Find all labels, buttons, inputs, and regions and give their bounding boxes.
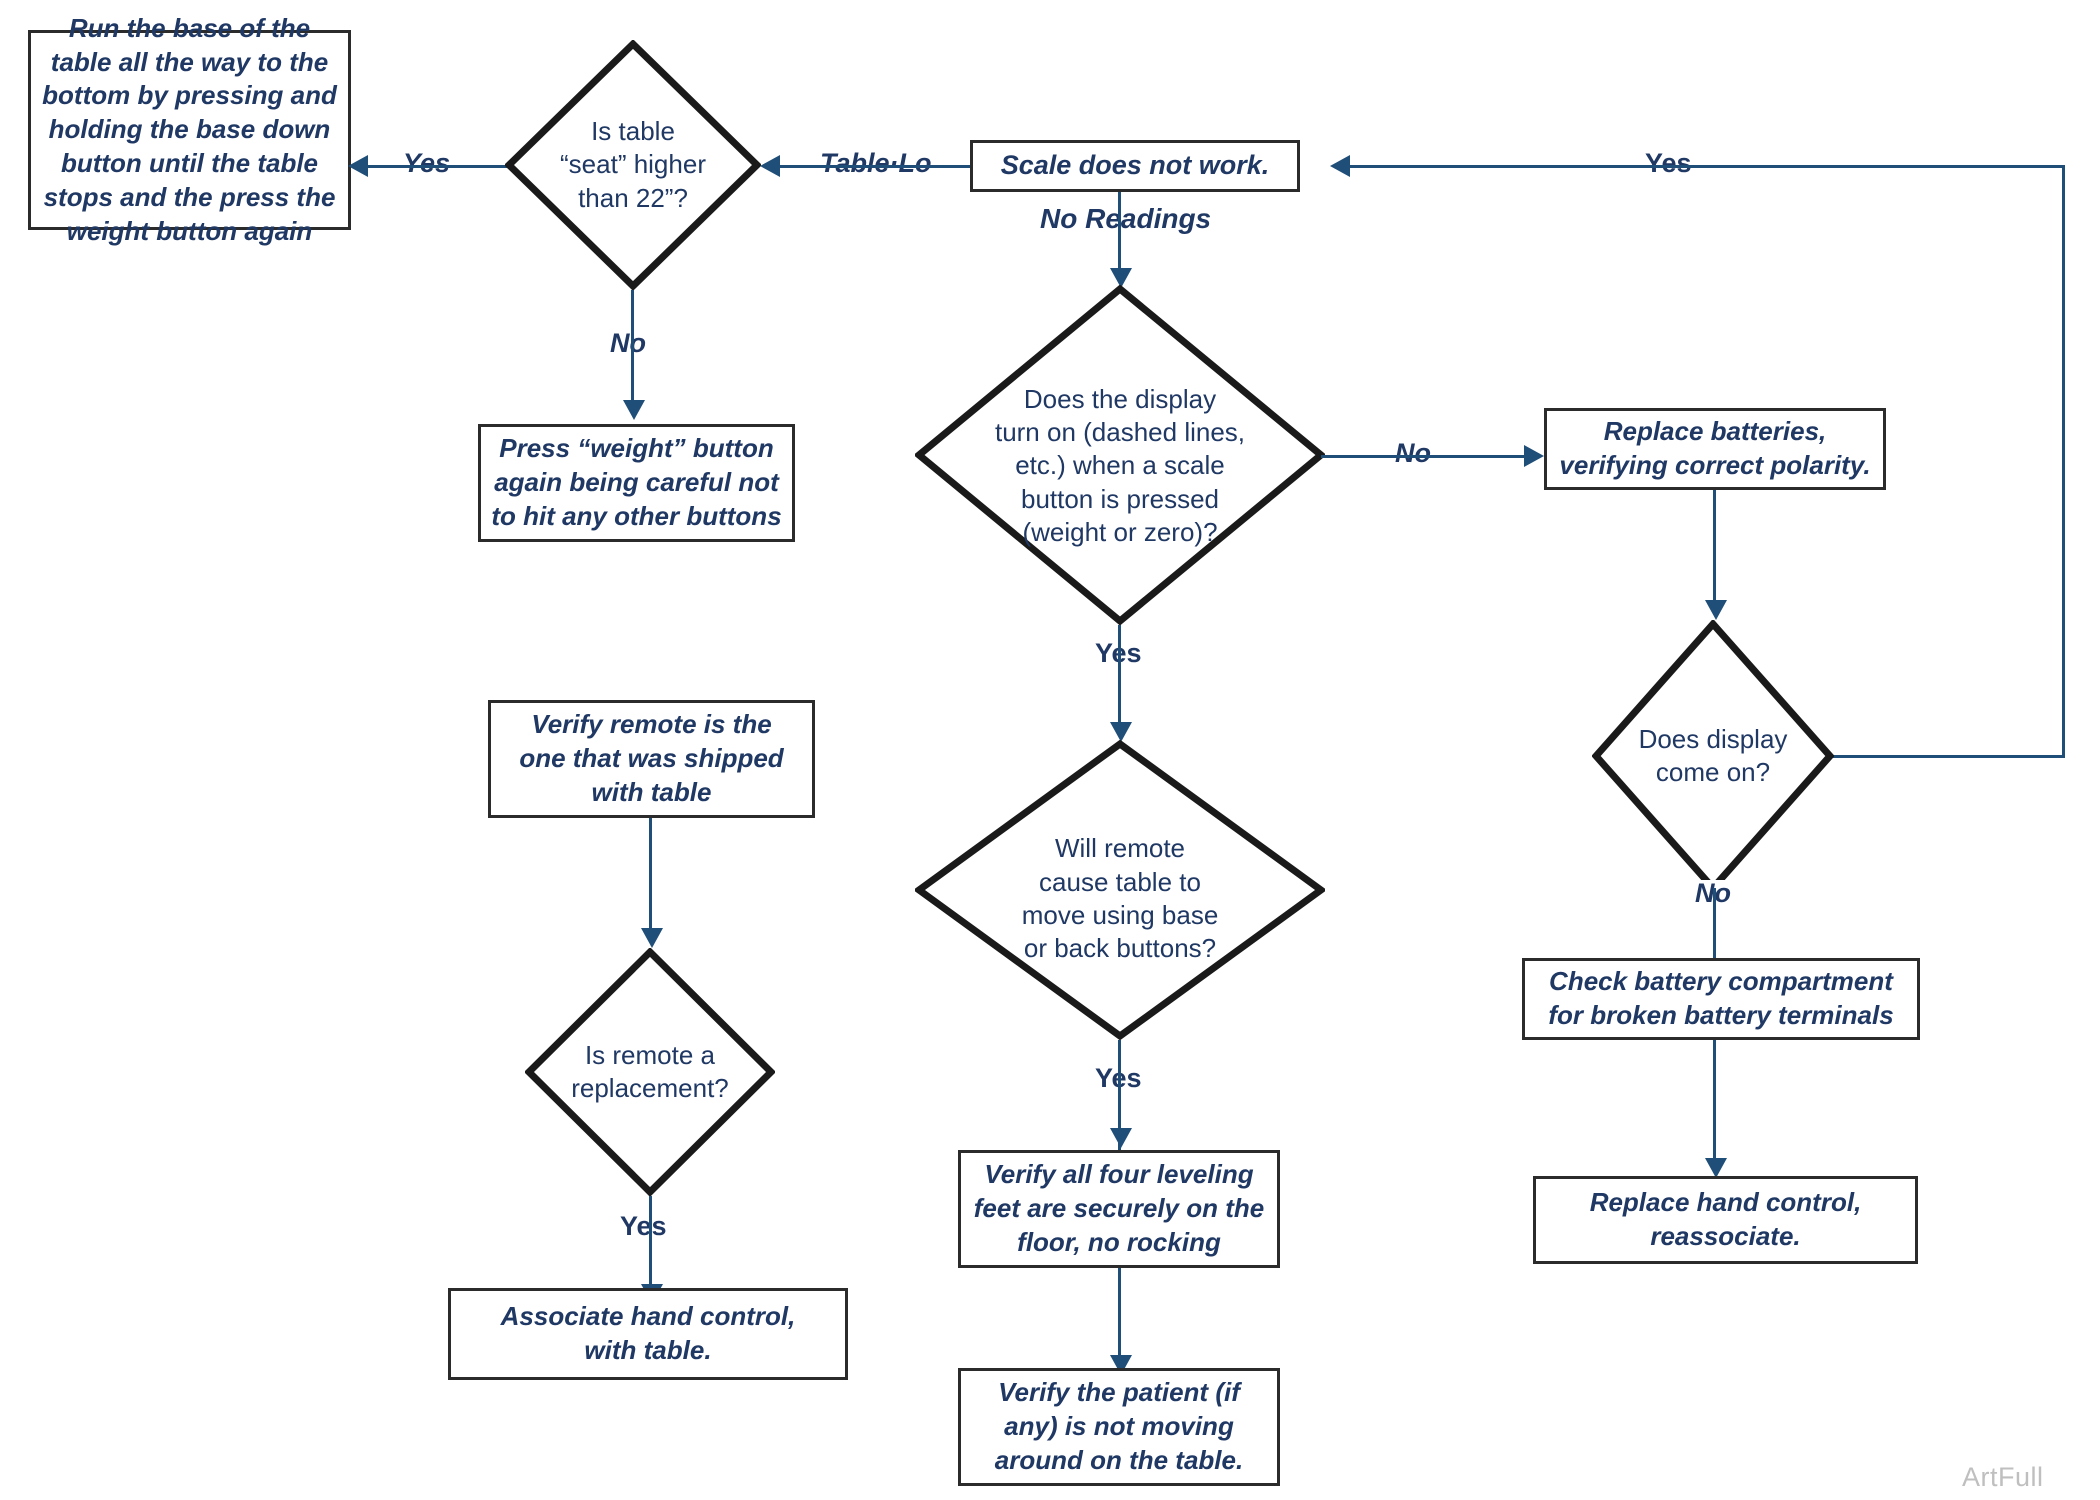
node-scale-does-not-work-text: Scale does not work. (1000, 150, 1270, 181)
node-verify-patient-not-moving-text: Verify the patient (if any) is not moving… (994, 1377, 1244, 1475)
node-scale-does-not-work[interactable]: Scale does not work. (970, 140, 1300, 192)
connector-comeon-yes-bottom (1823, 755, 2065, 758)
watermark-artfull: ArtFull (1962, 1462, 2044, 1492)
node-associate-hand-control[interactable]: Associate hand control, with table. (448, 1288, 848, 1380)
arrowhead-remotemove-to-levelingfeet (1110, 1128, 1132, 1148)
connector-comeon-yes-top (1345, 165, 2065, 168)
node-verify-patient-not-moving[interactable]: Verify the patient (if any) is not moving… (958, 1368, 1280, 1486)
node-check-battery-compartment-text: Check battery compartment for broken batt… (1548, 966, 1894, 1030)
node-replace-batteries-text: Replace batteries, verifying correct pola… (1559, 416, 1871, 480)
node-is-remote-replacement-text: Is remote a replacement? (571, 1039, 729, 1103)
connector-replacement-to-associate (649, 1196, 652, 1294)
arrowhead-replacebatteries-to-comeon (1705, 600, 1727, 620)
connector-seat-to-runbase (364, 165, 512, 168)
node-is-table-seat-higher-text: Is table “seat” higher than 22”? (560, 116, 706, 213)
node-run-base-of-table-text: Run the base of the table all the way to … (42, 12, 337, 246)
arrowhead-scalebox-to-seat (760, 155, 780, 177)
node-run-base-of-table[interactable]: Run the base of the table all the way to … (28, 13, 351, 246)
connector-levelingfeet-to-patient (1118, 1268, 1121, 1366)
node-replace-hand-control[interactable]: Replace hand control, reassociate. (1533, 1176, 1918, 1264)
connector-verifyremote-to-replacement (649, 818, 652, 936)
connector-checkbattery-to-replacehandcontrol (1713, 1040, 1716, 1172)
connector-display-to-remotemove (1118, 625, 1121, 735)
node-press-weight-button-text: Press “weight” button again being careful… (491, 433, 782, 531)
node-replace-batteries[interactable]: Replace batteries, verifying correct pola… (1544, 408, 1886, 490)
arrowhead-seat-to-pressweight (623, 400, 645, 420)
node-associate-hand-control-text: Associate hand control, with table. (500, 1301, 796, 1365)
node-verify-remote-shipped[interactable]: Verify remote is the one that was shipped… (488, 700, 815, 818)
edge-label-come-on-yes: Yes (1640, 150, 1697, 177)
connector-display-to-replacebatteries (1321, 455, 1539, 458)
node-does-display-come-on-text: Does display come on? (1638, 723, 1788, 787)
edge-label-no-readings: No Readings (1035, 205, 1217, 233)
node-does-display-come-on[interactable]: Does display come on? (1592, 620, 1834, 892)
node-will-remote-move-table[interactable]: Will remote cause table to move using base… (915, 740, 1325, 1040)
node-does-display-turn-on-text: Does the display turn on (dashed lines, et… (994, 383, 1246, 547)
node-verify-leveling-feet[interactable]: Verify all four leveling feet are securel… (958, 1150, 1280, 1268)
connector-comeon-yes-right (2062, 165, 2065, 758)
node-press-weight-button[interactable]: Press “weight” button again being careful… (478, 424, 795, 542)
edge-label-display-no: No (1390, 440, 1436, 467)
arrowhead-seat-to-runbase (348, 155, 368, 177)
node-does-display-turn-on[interactable]: Does the display turn on (dashed lines, et… (915, 285, 1325, 625)
flowchart-canvas: Run the base of the table all the way to … (0, 0, 2100, 1500)
arrowhead-verifyremote-to-replacement (641, 928, 663, 948)
node-is-remote-replacement[interactable]: Is remote a replacement? (525, 948, 775, 1196)
node-check-battery-compartment[interactable]: Check battery compartment for broken batt… (1522, 958, 1920, 1040)
arrowhead-display-to-remotemove (1110, 722, 1132, 742)
node-will-remote-move-table-text: Will remote cause table to move using base… (1021, 833, 1219, 964)
edge-label-seat-no: No (605, 330, 651, 357)
node-is-table-seat-higher[interactable]: Is table “seat” higher than 22”? (505, 40, 761, 290)
arrowhead-checkbattery-to-replacehandcontrol (1705, 1158, 1727, 1178)
arrowhead-display-to-replacebatteries (1524, 445, 1544, 467)
node-replace-hand-control-text: Replace hand control, reassociate. (1589, 1187, 1862, 1251)
connector-seat-to-pressweight (631, 290, 634, 408)
connector-scalebox-to-seat (775, 165, 970, 168)
edge-label-remote-replacement-yes: Yes (615, 1213, 672, 1240)
node-verify-leveling-feet-text: Verify all four leveling feet are securel… (973, 1159, 1265, 1257)
arrowhead-comeon-yes-to-scalebox (1330, 155, 1350, 177)
node-verify-remote-shipped-text: Verify remote is the one that was shipped… (519, 709, 784, 807)
connector-replacebatteries-to-comeon (1713, 490, 1716, 612)
edge-label-table-lo: Table·Lo (815, 150, 937, 177)
edge-label-seat-yes: Yes (398, 150, 456, 177)
